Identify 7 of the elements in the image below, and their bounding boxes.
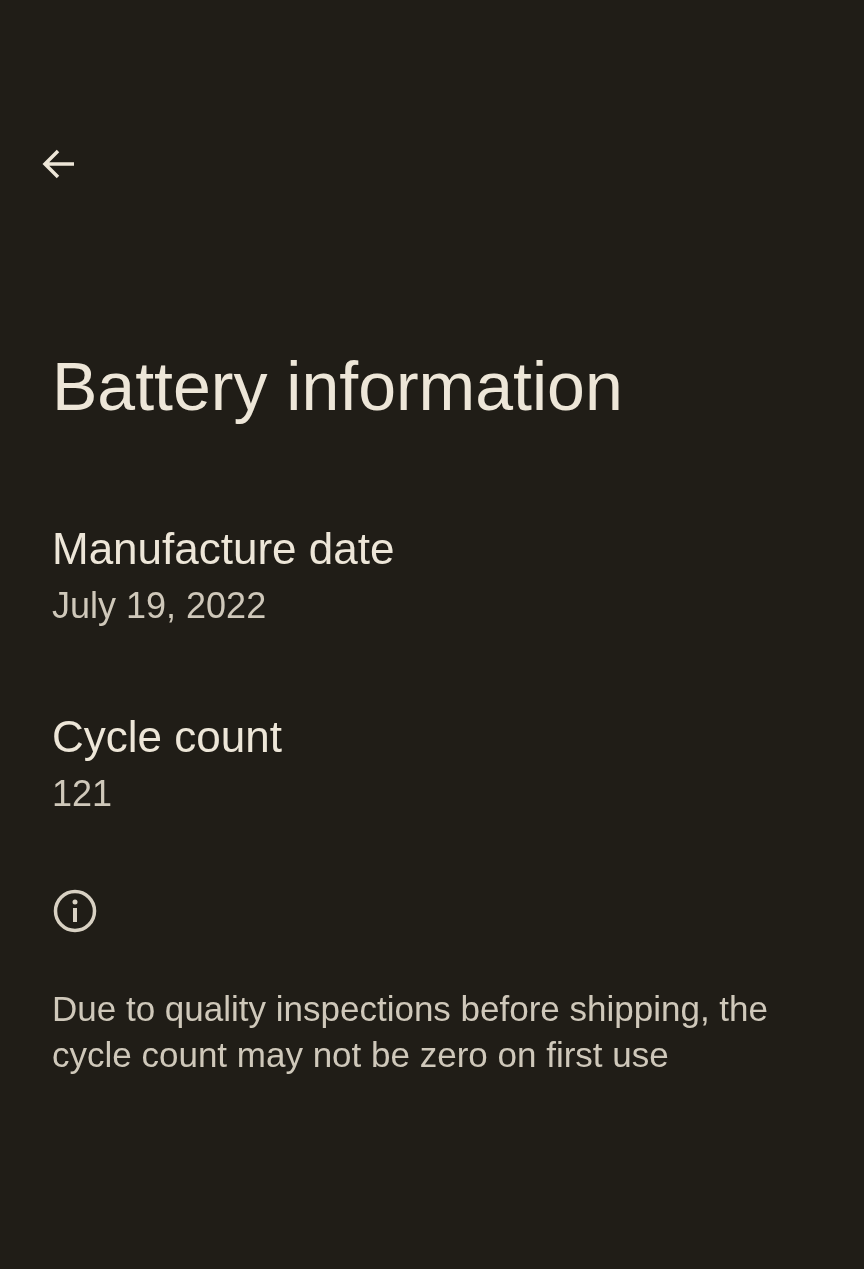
item-value: 121 [52,772,113,816]
item-value: July 19, 2022 [52,584,267,628]
info-icon [52,888,98,934]
page-title: Battery information [52,347,624,426]
item-label: Manufacture date [52,523,395,575]
footnote-text: Due to quality inspections before shipping, the cycle count may not be zero on first use [52,988,769,1076]
item-label: Cycle count [52,711,282,763]
